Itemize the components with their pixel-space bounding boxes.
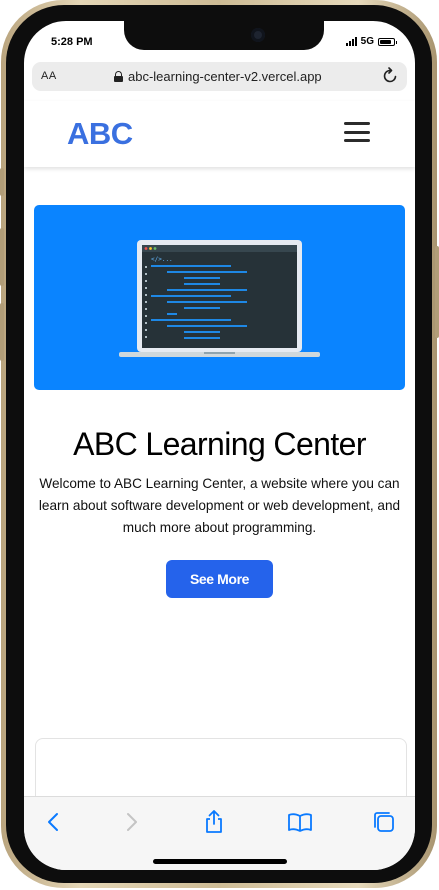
- battery-icon: [378, 37, 397, 46]
- tabs-icon[interactable]: [371, 809, 397, 835]
- hero-banner: </>...: [34, 205, 405, 390]
- reader-aa-button[interactable]: AA: [41, 70, 57, 82]
- url-display[interactable]: abc-learning-center-v2.vercel.app: [114, 69, 322, 84]
- reload-icon[interactable]: [381, 67, 399, 85]
- notch: [124, 21, 324, 50]
- page-description: Welcome to ABC Learning Center, a websit…: [38, 476, 401, 535]
- lock-icon: [114, 71, 123, 82]
- laptop-code-illustration: </>...: [119, 240, 320, 357]
- code-tag-text: </>...: [151, 256, 173, 263]
- side-button-volume-down: [0, 303, 4, 361]
- page-title: ABC Learning Center: [73, 426, 366, 462]
- front-camera: [251, 28, 265, 42]
- side-button-silent: [0, 168, 4, 196]
- network-label: 5G: [360, 36, 374, 47]
- back-icon[interactable]: [41, 809, 67, 835]
- forward-icon[interactable]: [118, 809, 144, 835]
- battery-level: [380, 39, 392, 44]
- site-header: ABC: [24, 101, 415, 167]
- status-indicators: 5G: [345, 36, 397, 47]
- url-text: abc-learning-center-v2.vercel.app: [128, 69, 322, 84]
- bookmarks-icon[interactable]: [287, 809, 313, 835]
- see-more-button[interactable]: See More: [166, 560, 273, 598]
- share-icon[interactable]: [201, 809, 227, 835]
- signal-icon: [345, 37, 357, 46]
- home-indicator[interactable]: [153, 859, 287, 864]
- screen: 5:28 PM 5G AA abc-learning-center-v2.ver…: [24, 21, 415, 870]
- address-bar[interactable]: AA abc-learning-center-v2.vercel.app: [32, 62, 407, 91]
- side-button-power: [435, 246, 439, 338]
- side-button-volume-up: [0, 228, 4, 286]
- menu-icon[interactable]: [344, 122, 370, 142]
- site-logo[interactable]: ABC: [67, 116, 133, 152]
- status-time: 5:28 PM: [51, 36, 93, 48]
